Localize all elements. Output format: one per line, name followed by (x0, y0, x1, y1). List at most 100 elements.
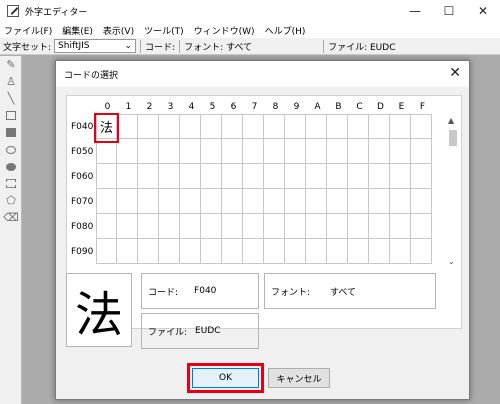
code-cell[interactable] (306, 114, 327, 139)
code-cell[interactable] (180, 189, 201, 214)
code-cell[interactable] (96, 164, 117, 189)
code-cell[interactable] (117, 239, 138, 264)
code-cell[interactable] (327, 164, 348, 189)
filled-rect-icon[interactable] (0, 124, 22, 141)
code-cell[interactable] (264, 114, 285, 139)
code-cell[interactable] (201, 139, 222, 164)
code-cell[interactable] (117, 189, 138, 214)
code-cell[interactable] (285, 164, 306, 189)
code-cell[interactable] (306, 139, 327, 164)
code-cell[interactable] (306, 214, 327, 239)
code-cell[interactable] (285, 139, 306, 164)
code-cell[interactable] (180, 214, 201, 239)
code-cell[interactable] (348, 214, 369, 239)
minimize-button[interactable]: — (398, 0, 432, 22)
code-cell[interactable] (243, 139, 264, 164)
cancel-button[interactable]: キャンセル (268, 368, 330, 388)
code-cell[interactable] (159, 139, 180, 164)
code-cell[interactable] (180, 164, 201, 189)
code-cell[interactable] (264, 214, 285, 239)
code-cell[interactable] (264, 239, 285, 264)
menu-edit[interactable]: 編集(E) (62, 24, 93, 37)
code-cell[interactable] (96, 189, 117, 214)
code-cell[interactable] (411, 214, 432, 239)
menu-view[interactable]: 表示(V) (103, 24, 134, 37)
rect-icon[interactable] (0, 107, 22, 124)
code-cell[interactable] (348, 189, 369, 214)
line-icon[interactable]: ╲ (0, 90, 22, 107)
code-cell[interactable] (285, 189, 306, 214)
code-cell[interactable] (159, 214, 180, 239)
code-cell[interactable] (96, 214, 117, 239)
code-cell[interactable] (390, 139, 411, 164)
menu-help[interactable]: ヘルプ(H) (265, 24, 306, 37)
charset-select[interactable]: ShiftJIS ⌄ (54, 39, 137, 53)
code-cell[interactable] (369, 239, 390, 264)
code-cell[interactable] (222, 239, 243, 264)
code-cell[interactable] (327, 114, 348, 139)
dialog-close-icon[interactable]: ✕ (449, 65, 461, 81)
code-cell[interactable] (327, 139, 348, 164)
code-cell[interactable] (369, 214, 390, 239)
code-cell[interactable] (285, 214, 306, 239)
code-cell[interactable] (138, 114, 159, 139)
code-cell[interactable] (138, 139, 159, 164)
code-cell[interactable] (138, 189, 159, 214)
code-cell[interactable] (390, 114, 411, 139)
brush-icon[interactable]: ♙ (0, 73, 22, 90)
ellipse-icon[interactable] (0, 141, 22, 158)
code-cell[interactable] (390, 239, 411, 264)
code-cell[interactable] (159, 239, 180, 264)
code-cell[interactable] (180, 114, 201, 139)
code-cell[interactable] (201, 114, 222, 139)
code-cell[interactable] (243, 164, 264, 189)
code-cell[interactable] (390, 164, 411, 189)
code-cell[interactable] (96, 239, 117, 264)
code-cell[interactable] (411, 139, 432, 164)
code-cell[interactable] (222, 139, 243, 164)
eraser-icon[interactable]: ⌫ (0, 209, 22, 226)
maximize-button[interactable]: ☐ (432, 0, 466, 22)
code-cell[interactable] (390, 214, 411, 239)
code-cell[interactable] (327, 239, 348, 264)
code-cell[interactable] (369, 164, 390, 189)
freeform-select-icon[interactable]: ⬠ (0, 192, 22, 209)
code-cell[interactable] (411, 114, 432, 139)
code-cell[interactable] (369, 139, 390, 164)
code-cell[interactable] (369, 114, 390, 139)
code-cell[interactable] (369, 189, 390, 214)
code-cell[interactable] (411, 164, 432, 189)
code-cell[interactable] (306, 189, 327, 214)
code-cell[interactable] (138, 214, 159, 239)
menu-tools[interactable]: ツール(T) (144, 24, 184, 37)
code-cell[interactable] (285, 239, 306, 264)
code-cell[interactable] (138, 239, 159, 264)
code-cell[interactable] (117, 139, 138, 164)
menu-window[interactable]: ウィンドウ(W) (194, 24, 255, 37)
filled-ellipse-icon[interactable] (0, 158, 22, 175)
code-cell[interactable] (222, 114, 243, 139)
code-cell[interactable] (264, 164, 285, 189)
code-cell[interactable] (243, 214, 264, 239)
grid-scrollbar[interactable]: ▲ ⌄ (447, 116, 459, 266)
code-cell[interactable] (243, 189, 264, 214)
code-cell[interactable] (201, 189, 222, 214)
code-cell[interactable] (222, 164, 243, 189)
code-cell[interactable] (348, 164, 369, 189)
code-cell[interactable] (117, 214, 138, 239)
code-cell[interactable] (222, 189, 243, 214)
code-cell[interactable] (411, 189, 432, 214)
code-cell[interactable] (327, 189, 348, 214)
pencil-icon[interactable]: ✎ (0, 56, 22, 73)
code-cell[interactable] (138, 164, 159, 189)
code-cell[interactable] (180, 239, 201, 264)
code-cell[interactable] (201, 214, 222, 239)
code-cell[interactable] (390, 189, 411, 214)
code-cell[interactable] (348, 239, 369, 264)
code-cell[interactable] (180, 139, 201, 164)
code-cell[interactable] (243, 239, 264, 264)
scroll-up-icon[interactable]: ▲ (448, 116, 454, 125)
code-cell[interactable] (264, 189, 285, 214)
code-cell[interactable] (285, 114, 306, 139)
scroll-thumb[interactable] (449, 130, 457, 146)
